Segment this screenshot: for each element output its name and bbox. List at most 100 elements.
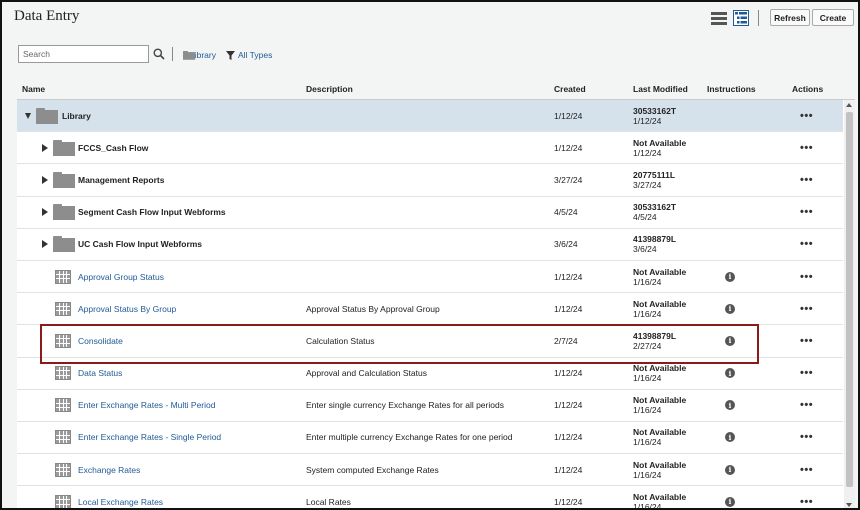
more-actions-icon[interactable]: •••: [800, 303, 813, 315]
created-cell: 1/12/24: [554, 432, 583, 443]
form-name-link[interactable]: Enter Exchange Rates - Multi Period: [78, 390, 215, 421]
table-row[interactable]: Library 1/12/24 30533162T 1/12/24 •••: [17, 100, 843, 133]
last-modified-cell: 30533162T 4/5/24: [633, 197, 676, 228]
info-icon[interactable]: i: [725, 271, 735, 282]
tree-toggle[interactable]: [42, 229, 48, 260]
info-icon[interactable]: i: [725, 368, 735, 379]
more-actions-icon[interactable]: •••: [800, 464, 813, 476]
table-row[interactable]: FCCS_Cash Flow 1/12/24 Not Available 1/12/2…: [17, 132, 843, 165]
more-actions-icon[interactable]: •••: [800, 110, 813, 122]
table-row[interactable]: Management Reports 3/27/24 20775111L 3/27/2…: [17, 164, 843, 197]
form-name-link[interactable]: Enter Exchange Rates - Single Period: [78, 422, 221, 453]
more-actions-icon[interactable]: •••: [800, 367, 813, 379]
table-row[interactable]: Segment Cash Flow Input Webforms 4/5/24 30…: [17, 197, 843, 229]
folder-icon: [183, 50, 196, 60]
refresh-button[interactable]: Refresh: [770, 9, 810, 26]
create-button[interactable]: Create: [812, 9, 854, 26]
last-modified-cell: 41398879L 3/6/24: [633, 229, 676, 260]
scroll-down-arrow-icon[interactable]: [846, 503, 852, 507]
table-row[interactable]: UC Cash Flow Input Webforms 3/6/24 4139887…: [17, 229, 843, 261]
tree-toggle[interactable]: [25, 100, 31, 131]
tree-view-icon[interactable]: [733, 10, 749, 26]
form-name-link[interactable]: Local Exchange Rates: [78, 486, 163, 508]
more-actions-icon[interactable]: •••: [800, 496, 813, 508]
table-row[interactable]: Exchange Rates System computed Exchange R…: [17, 454, 843, 487]
column-header-created[interactable]: Created: [554, 84, 586, 94]
info-icon[interactable]: i: [725, 496, 735, 507]
tree-toggle[interactable]: [42, 164, 48, 195]
modified-by: Not Available: [633, 266, 687, 277]
info-icon[interactable]: i: [725, 303, 735, 314]
scroll-up-arrow-icon[interactable]: [846, 103, 852, 107]
table-row[interactable]: Consolidate Calculation Status 2/7/24 41398…: [17, 325, 843, 358]
tree-toggle[interactable]: [42, 132, 48, 163]
form-name-link[interactable]: Approval Group Status: [78, 261, 164, 292]
actions-cell: •••: [800, 100, 813, 131]
info-icon[interactable]: i: [725, 400, 735, 411]
created-cell: 1/12/24: [554, 142, 583, 153]
form-icon-cell: [55, 390, 71, 421]
last-modified-cell: 30533162T 1/12/24: [633, 100, 676, 131]
more-actions-icon[interactable]: •••: [800, 142, 813, 154]
folder-icon-cell: [36, 100, 58, 131]
more-actions-icon[interactable]: •••: [800, 238, 813, 250]
table-row[interactable]: Approval Group Status 1/12/24 Not Availabl…: [17, 261, 843, 294]
type-filter[interactable]: All Types: [226, 50, 272, 60]
table-row[interactable]: Data Status Approval and Calculation Stat…: [17, 358, 843, 390]
tree-toggle[interactable]: [42, 197, 48, 228]
vertical-scrollbar[interactable]: [844, 100, 855, 508]
folder-name[interactable]: Segment Cash Flow Input Webforms: [78, 197, 226, 228]
form-name-link[interactable]: Exchange Rates: [78, 454, 140, 485]
created-cell: 1/12/24: [554, 400, 583, 411]
more-actions-icon[interactable]: •••: [800, 206, 813, 218]
modified-date: 1/16/24: [633, 373, 662, 384]
instructions-cell: i: [725, 358, 735, 389]
form-icon-cell: [55, 454, 71, 485]
actions-cell: •••: [800, 486, 813, 508]
folder-name[interactable]: UC Cash Flow Input Webforms: [78, 229, 202, 260]
form-name-link[interactable]: Consolidate: [78, 325, 123, 356]
column-header-last-modified[interactable]: Last Modified: [633, 84, 688, 94]
expand-arrow-icon: [42, 175, 48, 184]
form-name-link[interactable]: Data Status: [78, 358, 122, 389]
search-icon[interactable]: [153, 48, 165, 60]
table-row[interactable]: Enter Exchange Rates - Single Period Ente…: [17, 422, 843, 455]
more-actions-icon[interactable]: •••: [800, 399, 813, 411]
table-row[interactable]: Approval Status By Group Approval Status …: [17, 293, 843, 326]
table-row[interactable]: Enter Exchange Rates - Multi Period Enter…: [17, 390, 843, 422]
search-input[interactable]: [18, 45, 149, 63]
column-header-description[interactable]: Description: [306, 84, 353, 94]
more-actions-icon[interactable]: •••: [800, 431, 813, 443]
column-header-name[interactable]: Name: [22, 84, 45, 94]
folder-name[interactable]: Management Reports: [78, 164, 164, 195]
library-filter[interactable]: Library: [183, 50, 216, 60]
scrollbar-thumb[interactable]: [846, 112, 853, 487]
folder-name[interactable]: FCCS_Cash Flow: [78, 132, 148, 163]
created-cell: 1/12/24: [554, 303, 583, 314]
folder-name[interactable]: Library: [62, 100, 91, 131]
table-header: Name Description Created Last Modified I…: [17, 78, 855, 100]
modified-date: 1/16/24: [633, 437, 662, 448]
info-icon[interactable]: i: [725, 464, 735, 475]
created-cell: 1/12/24: [554, 110, 583, 121]
filter-divider: [172, 47, 173, 61]
info-icon[interactable]: i: [725, 432, 735, 443]
actions-cell: •••: [800, 293, 813, 324]
info-icon[interactable]: i: [725, 335, 735, 346]
more-actions-icon[interactable]: •••: [800, 174, 813, 186]
modified-date: 2/27/24: [633, 340, 662, 351]
more-actions-icon[interactable]: •••: [800, 271, 813, 283]
more-actions-icon[interactable]: •••: [800, 335, 813, 347]
filter-icon: [226, 50, 235, 60]
description-cell: Enter single currency Exchange Rates for…: [306, 400, 504, 411]
list-view-icon[interactable]: [711, 11, 727, 25]
form-grid-icon: [55, 494, 71, 508]
data-entry-window: Data Entry Refresh Create Library All Ty…: [0, 0, 860, 510]
form-name-link[interactable]: Approval Status By Group: [78, 293, 176, 324]
column-header-instructions: Instructions: [707, 84, 756, 94]
instructions-cell: i: [725, 422, 735, 453]
modified-date: 1/16/24: [633, 308, 662, 319]
table-row[interactable]: Local Exchange Rates Local Rates 1/12/24 No…: [17, 486, 843, 508]
description-cell: Approval Status By Approval Group: [306, 303, 440, 314]
actions-cell: •••: [800, 454, 813, 485]
